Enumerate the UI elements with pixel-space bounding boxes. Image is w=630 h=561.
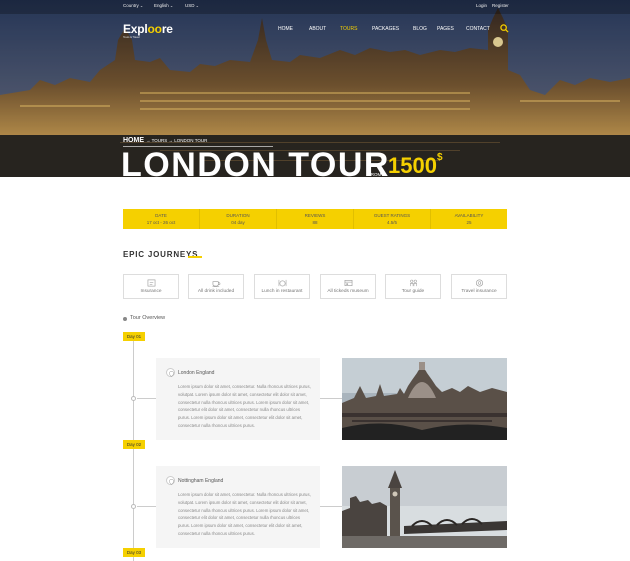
guide-icon [409, 279, 417, 287]
feature-label: Insurance [140, 289, 162, 294]
feature-museum-tickets: All tickeds museum [320, 274, 376, 299]
site-logo[interactable]: Exploore Tours & Travel [123, 22, 173, 39]
info-value: 88 [312, 220, 318, 225]
nav-packages[interactable]: PACKAGES [372, 26, 399, 32]
itinerary-card: Nottingham England Lorem ipsum dolor sit… [156, 466, 320, 548]
timeline-line [133, 340, 134, 561]
logo-text-accent: oo [147, 22, 162, 36]
info-date: DATE 17 oct - 26 oct [123, 209, 200, 229]
title-underline [188, 256, 202, 258]
dining-icon [278, 279, 286, 287]
logo-text-end: re [161, 22, 173, 36]
nav-contact[interactable]: CONTACT [466, 26, 490, 32]
breadcrumb-trail[interactable]: → TOURS → LONDON TOUR [146, 138, 207, 143]
logo-tagline: Tours & Travel [123, 35, 140, 39]
nav-home[interactable]: HOME [278, 26, 293, 32]
london-photo [342, 358, 507, 440]
feature-travel-insurance: Travel insurance [451, 274, 507, 299]
feature-lunch: Lunch in restaurant [254, 274, 310, 299]
timeline-connector [320, 506, 342, 507]
info-value: 4.5/5 [386, 220, 397, 225]
itinerary-description: Lorem ipsum dolor sit amet, consectetur.… [178, 384, 311, 428]
breadcrumb-home[interactable]: HOME [123, 137, 144, 144]
nav-blog[interactable]: BLOG [413, 26, 427, 32]
overview-title: Tour Overview [130, 315, 166, 321]
timeline-node [131, 396, 136, 401]
feature-label: Tour guide [401, 289, 425, 294]
breadcrumb: HOME → TOURS → LONDON TOUR [123, 137, 207, 144]
register-link[interactable]: Register [492, 3, 509, 8]
currency-select[interactable]: USD [185, 3, 199, 8]
logo-text-start: Expl [123, 22, 148, 36]
tour-info-bar: DATE 17 oct - 26 oct DURATION 04 day REVIE… [123, 209, 507, 229]
price-from-label: FROM [368, 172, 382, 177]
insurance-icon [147, 279, 155, 287]
info-value: 04 day [231, 220, 245, 225]
day-badge: Day 03 [123, 548, 145, 557]
info-ratings: GUEST RATINGS 4.5/5 [354, 209, 431, 229]
timeline-node [131, 504, 136, 509]
timeline-connector [137, 398, 156, 399]
nav-about[interactable]: ABOUT [309, 26, 326, 32]
itinerary-place: Nottingham England [178, 478, 224, 484]
feature-label: Travel insurance [461, 289, 497, 294]
language-select[interactable]: English [154, 3, 173, 8]
info-duration: DURATION 04 day [200, 209, 277, 229]
feature-label: All tickeds museum [327, 289, 369, 294]
map-pin-icon [166, 368, 175, 377]
feature-label: Lunch in restaurant [261, 289, 303, 294]
price-currency: $ [436, 152, 443, 163]
itinerary-place: London England [178, 370, 215, 376]
info-label: DURATION [226, 213, 250, 218]
info-label: REVIEWS [304, 213, 326, 218]
lifebuoy-icon [475, 279, 483, 287]
nav-tours[interactable]: TOURS [340, 26, 357, 32]
info-label: AVAILABILITY [454, 213, 484, 218]
info-value: 25 [466, 220, 472, 225]
timeline-connector [137, 506, 156, 507]
nottingham-photo [342, 466, 507, 548]
info-availability: AVAILABILITY 25 [431, 209, 507, 229]
itinerary-card: London England Lorem ipsum dolor sit ame… [156, 358, 320, 440]
hero-banner: Country English USD Login Register Explo… [0, 0, 630, 177]
itinerary-description: Lorem ipsum dolor sit amet, consectetur.… [178, 492, 311, 536]
feature-label: All drink included [197, 289, 235, 294]
tour-price: 1500$ [388, 152, 443, 177]
map-pin-icon [166, 476, 175, 485]
top-bar: Country English USD Login Register [0, 0, 630, 14]
feature-insurance: Insurance [123, 274, 179, 299]
country-select[interactable]: Country [123, 3, 143, 8]
day-badge: Day 01 [123, 332, 145, 341]
login-link[interactable]: Login [476, 3, 487, 8]
feature-drinks: All drink included [188, 274, 244, 299]
info-label: GUEST RATINGS [373, 213, 411, 218]
timeline-connector [320, 398, 342, 399]
info-value: 17 oct - 26 oct [146, 220, 176, 225]
search-icon[interactable] [500, 24, 509, 33]
info-reviews: REVIEWS 88 [277, 209, 354, 229]
ticket-icon [344, 280, 352, 286]
feature-tour-guide: Tour guide [385, 274, 441, 299]
info-label: DATE [155, 213, 167, 218]
nav-pages[interactable]: PAGES [437, 26, 454, 32]
day-badge: Day 02 [123, 440, 145, 449]
page-title: LONDON TOUR [121, 146, 390, 177]
price-amount: 1500 [388, 153, 437, 177]
cup-icon [212, 281, 220, 287]
overview-bullet-icon [123, 317, 127, 321]
